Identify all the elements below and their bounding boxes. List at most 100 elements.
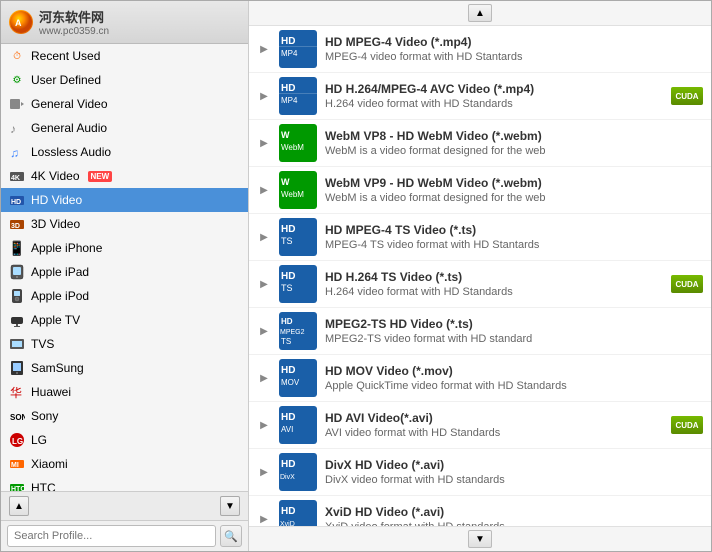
general-video-icon [9,96,25,112]
format-desc: WebM is a video format designed for the … [325,145,703,157]
format-item[interactable]: ▶ WWebM WebM VP8 - HD WebM Video (*.webm… [249,120,711,167]
tvs-icon [9,336,25,352]
sidebar-item-hd-video[interactable]: HD HD Video [1,188,248,212]
format-desc: AVI video format with HD Standards [325,427,703,439]
format-title: WebM VP8 - HD WebM Video (*.webm) [325,129,703,143]
sidebar-scroll-down[interactable]: ▼ [220,496,240,516]
xiaomi-icon: MI [9,456,25,472]
sidebar-scroll-up[interactable]: ▲ [9,496,29,516]
new-badge: NEW [88,171,113,182]
format-item[interactable]: ▶ HDMP4 HD MPEG-4 Video (*.mp4) MPEG-4 v… [249,26,711,73]
format-text: WebM VP9 - HD WebM Video (*.webm) WebM i… [325,176,703,204]
sidebar-item-tvs[interactable]: TVS [1,332,248,356]
format-item[interactable]: ▶ HDDivX DivX HD Video (*.avi) DivX vide… [249,449,711,496]
svg-text:DivX: DivX [280,474,295,481]
4k-icon: 4K [9,168,25,184]
ipod-icon [9,288,25,304]
format-desc: WebM is a video format designed for the … [325,192,703,204]
right-scroll-down[interactable]: ▼ [468,530,492,548]
format-arrow: ▶ [257,371,271,385]
format-icon: HDMOV [279,359,317,397]
cuda-badge: CUDA [671,275,703,293]
app-name: 河东软件网 [39,7,109,26]
sidebar-label-xiaomi: Xiaomi [31,457,68,471]
format-item[interactable]: ▶ HDTS HD MPEG-4 TS Video (*.ts) MPEG-4 … [249,214,711,261]
format-text: HD H.264/MPEG-4 AVC Video (*.mp4) H.264 … [325,82,703,110]
sidebar-item-recent-used[interactable]: ⏱ Recent Used [1,44,248,68]
svg-text:A: A [15,18,22,28]
sidebar-item-general-video[interactable]: General Video [1,92,248,116]
sidebar-item-apple-ipad[interactable]: Apple iPad [1,260,248,284]
svg-text:HD: HD [281,412,295,423]
format-item[interactable]: ▶ WWebM WebM VP9 - HD WebM Video (*.webm… [249,167,711,214]
format-text: HD AVI Video(*.avi) AVI video format wit… [325,411,703,439]
sidebar-label-lg: LG [31,433,47,447]
sidebar: A 河东软件网 www.pc0359.cn ⏱ Recent Used ⚙ Us… [1,1,249,551]
search-button[interactable]: 🔍 [220,525,242,547]
sidebar-item-lossless-audio[interactable]: ♫ Lossless Audio [1,140,248,164]
cuda-badge: CUDA [671,87,703,105]
sidebar-header: A 河东软件网 www.pc0359.cn [1,1,248,44]
format-item[interactable]: ▶ HDAVI HD AVI Video(*.avi) AVI video fo… [249,402,711,449]
sidebar-label-ipad: Apple iPad [31,265,89,279]
sidebar-item-general-audio[interactable]: ♪ General Audio [1,116,248,140]
format-icon: HDTS [279,218,317,256]
format-item[interactable]: ▶ HDMPEG2TS MPEG2-TS HD Video (*.ts) MPE… [249,308,711,355]
sidebar-item-lg[interactable]: LG LG [1,428,248,452]
app-logo: A [9,10,33,34]
svg-text:HD: HD [281,365,295,376]
sidebar-item-sony[interactable]: SONY Sony [1,404,248,428]
format-item[interactable]: ▶ HDXviD XviD HD Video (*.avi) XviD vide… [249,496,711,526]
svg-text:华: 华 [10,386,22,400]
format-text: HD MPEG-4 Video (*.mp4) MPEG-4 video for… [325,35,703,63]
sidebar-item-huawei[interactable]: 华 Huawei [1,380,248,404]
svg-text:HD: HD [11,199,21,206]
svg-text:3D: 3D [11,223,20,230]
format-arrow: ▶ [257,89,271,103]
lossless-audio-icon: ♫ [9,144,25,160]
sidebar-label-ipod: Apple iPod [31,289,89,303]
search-input[interactable] [7,525,216,547]
sidebar-item-apple-tv[interactable]: Apple TV [1,308,248,332]
format-item[interactable]: ▶ HDMOV HD MOV Video (*.mov) Apple Quick… [249,355,711,402]
sidebar-label-sony: Sony [31,409,58,423]
svg-text:TS: TS [281,337,291,346]
svg-text:W: W [281,130,290,140]
format-desc: XviD video format with HD standards [325,521,703,526]
lg-icon: LG [9,432,25,448]
format-arrow: ▶ [257,465,271,479]
format-text: DivX HD Video (*.avi) DivX video format … [325,458,703,486]
format-title: XviD HD Video (*.avi) [325,505,703,519]
sidebar-item-user-defined[interactable]: ⚙ User Defined [1,68,248,92]
format-title: HD H.264 TS Video (*.ts) [325,270,703,284]
sidebar-label-gvideo: General Video [31,97,108,111]
app-website: www.pc0359.cn [39,26,109,37]
format-icon: HDMP4 [279,77,317,115]
sidebar-item-apple-ipod[interactable]: Apple iPod [1,284,248,308]
format-title: MPEG2-TS HD Video (*.ts) [325,317,703,331]
format-title: HD MPEG-4 Video (*.mp4) [325,35,703,49]
sidebar-item-samsung[interactable]: SamSung [1,356,248,380]
sidebar-item-4k-video[interactable]: 4K 4K Video NEW [1,164,248,188]
main-container: A 河东软件网 www.pc0359.cn ⏱ Recent Used ⚙ Us… [0,0,712,552]
format-text: WebM VP8 - HD WebM Video (*.webm) WebM i… [325,129,703,157]
svg-text:TS: TS [281,283,293,293]
format-item[interactable]: ▶ HDMP4 HD H.264/MPEG-4 AVC Video (*.mp4… [249,73,711,120]
svg-text:MP4: MP4 [281,96,298,105]
sidebar-item-apple-iphone[interactable]: 📱 Apple iPhone [1,236,248,260]
sidebar-item-htc[interactable]: HTC HTC [1,476,248,491]
svg-text:AVI: AVI [281,425,293,434]
svg-text:HD: HD [281,317,293,326]
format-item[interactable]: ▶ HDTS HD H.264 TS Video (*.ts) H.264 vi… [249,261,711,308]
sidebar-label-appletv: Apple TV [31,313,80,327]
format-text: HD MPEG-4 TS Video (*.ts) MPEG-4 TS vide… [325,223,703,251]
svg-text:WebM: WebM [281,143,304,152]
svg-text:HD: HD [281,36,295,47]
format-desc: Apple QuickTime video format with HD Sta… [325,380,703,392]
sidebar-item-3d-video[interactable]: 3D 3D Video [1,212,248,236]
htc-icon: HTC [9,480,25,491]
appletv-icon [9,312,25,328]
format-icon: W WebM [279,124,317,162]
right-scroll-up[interactable]: ▲ [468,4,492,22]
sidebar-item-xiaomi[interactable]: MI Xiaomi [1,452,248,476]
